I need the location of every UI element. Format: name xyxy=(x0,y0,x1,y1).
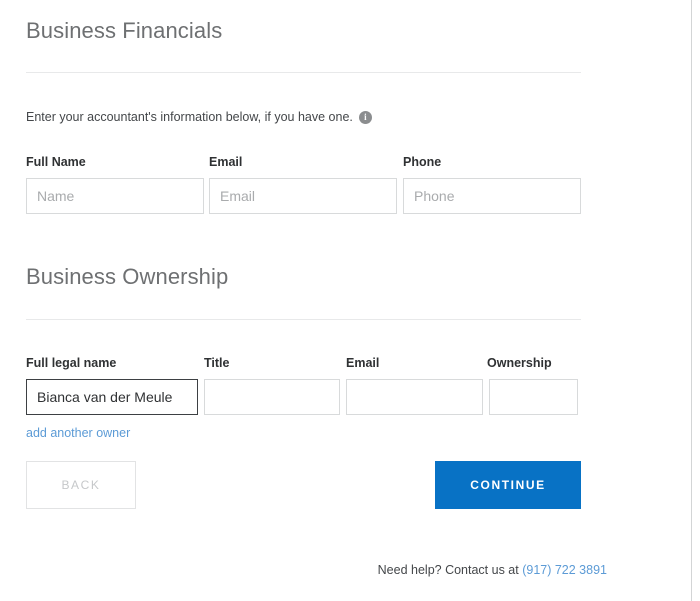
accountant-phone-input[interactable] xyxy=(403,178,581,214)
label-owner-title: Title xyxy=(204,356,230,370)
accountant-helper-text: Enter your accountant's information belo… xyxy=(26,110,353,124)
divider-financials xyxy=(26,72,581,73)
info-icon[interactable]: i xyxy=(358,110,372,124)
label-owner-email: Email xyxy=(346,356,380,370)
owner-full-legal-name-input[interactable] xyxy=(26,379,198,415)
footer-help-text: Need help? Contact us at xyxy=(377,563,523,577)
back-button[interactable]: BACK xyxy=(26,461,136,509)
panel-right-gutter xyxy=(692,0,700,601)
accountant-email-input[interactable] xyxy=(209,178,397,214)
label-owner-ownership: Ownership xyxy=(487,356,552,370)
footer-help: Need help? Contact us at (917) 722 3891 xyxy=(26,563,607,577)
owner-ownership-input[interactable] xyxy=(489,379,578,415)
onboarding-form-page: Business Financials Enter your accountan… xyxy=(0,0,700,601)
label-full-name: Full Name xyxy=(26,155,86,169)
add-another-owner-link[interactable]: add another owner xyxy=(26,426,130,440)
support-phone-link[interactable]: (917) 722 3891 xyxy=(522,563,607,577)
page-title-business-ownership: Business Ownership xyxy=(26,264,229,289)
owner-email-input[interactable] xyxy=(346,379,483,415)
label-accountant-email: Email xyxy=(209,155,243,169)
owner-title-input[interactable] xyxy=(204,379,340,415)
divider-ownership xyxy=(26,319,581,320)
accountant-helper-row: Enter your accountant's information belo… xyxy=(26,109,581,125)
continue-button[interactable]: CONTINUE xyxy=(435,461,581,509)
label-accountant-phone: Phone xyxy=(403,155,442,169)
full-name-input[interactable] xyxy=(26,178,204,214)
page-title-business-financials: Business Financials xyxy=(26,18,223,43)
label-full-legal-name: Full legal name xyxy=(26,356,117,370)
